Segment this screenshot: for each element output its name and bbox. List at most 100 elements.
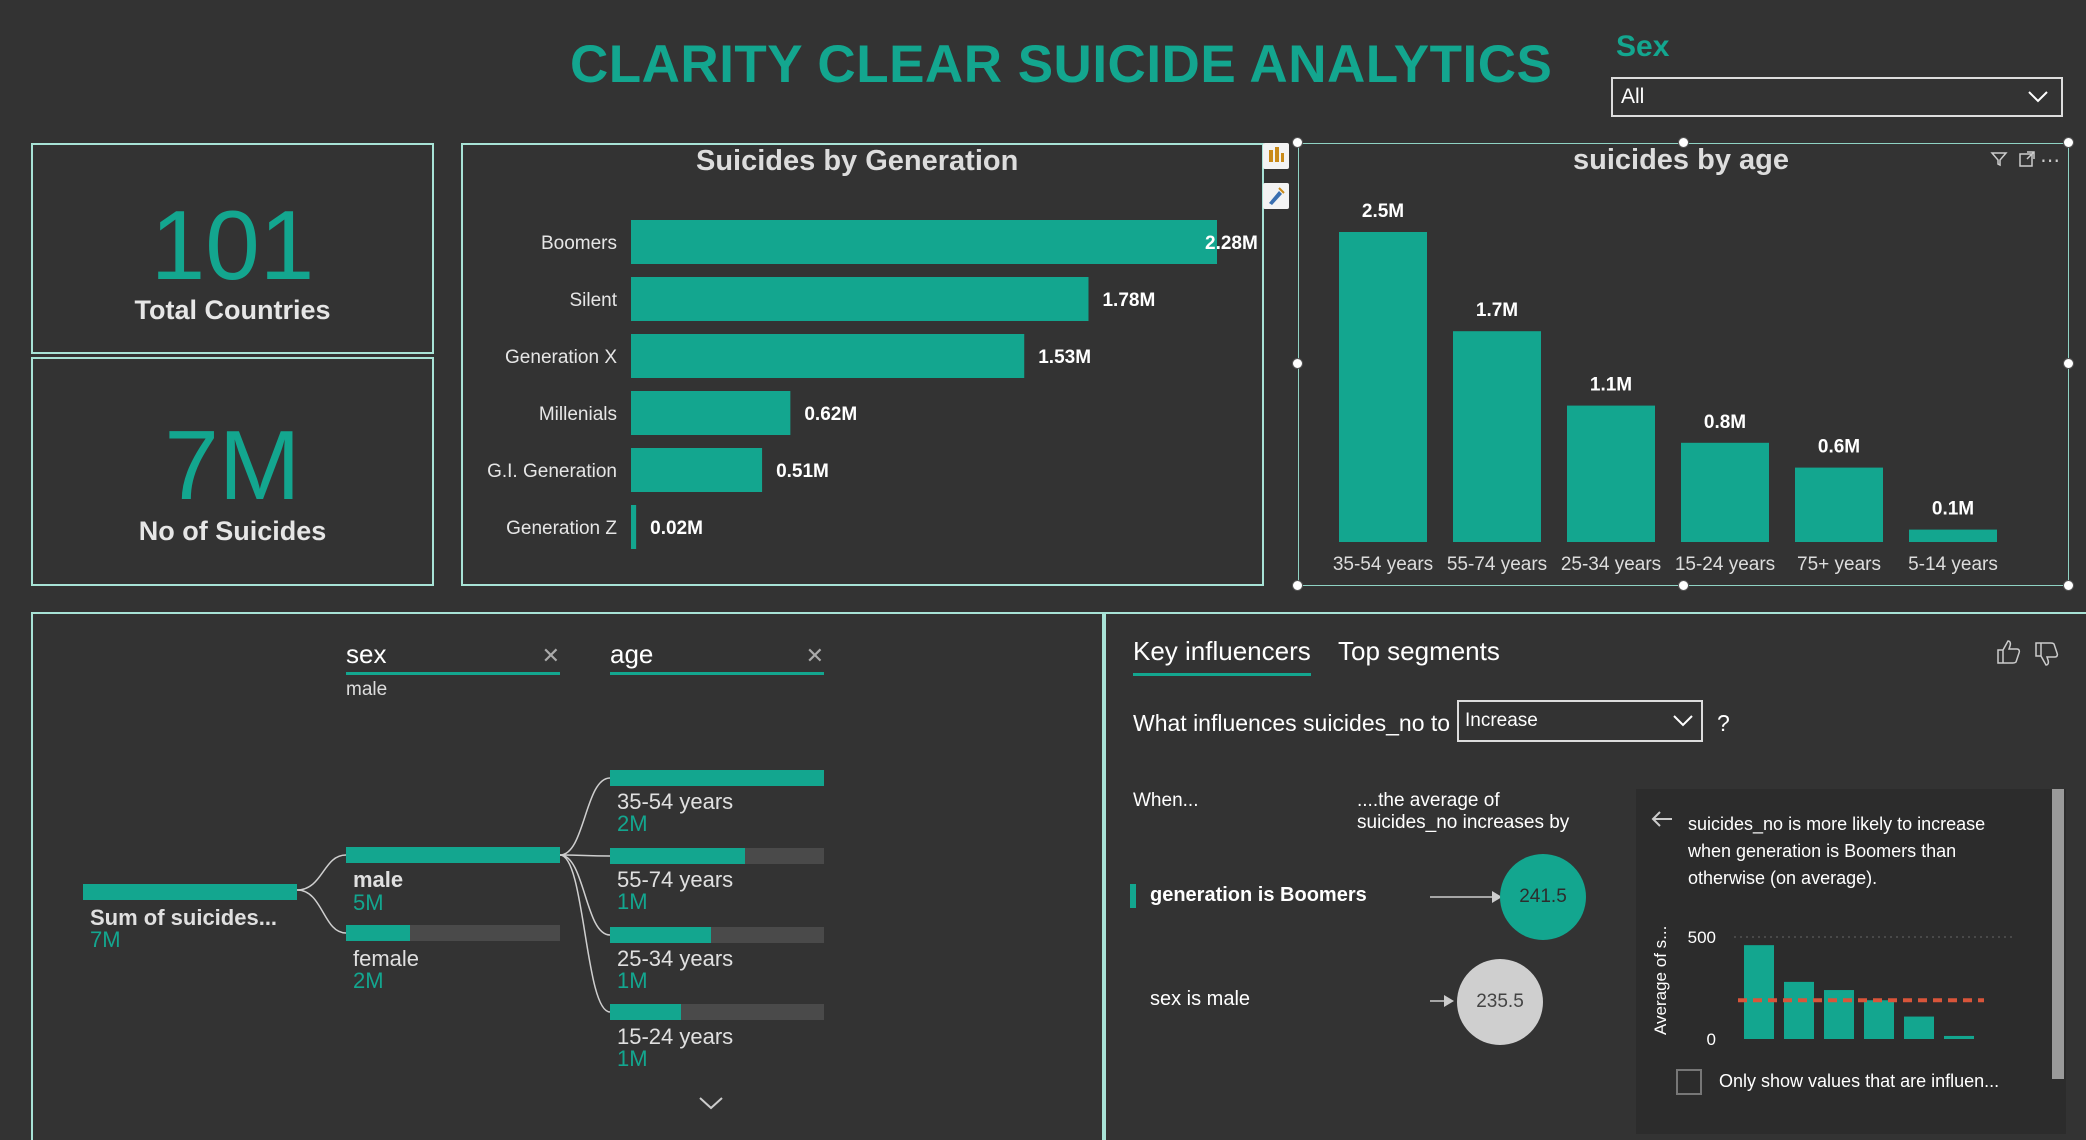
increase-dropdown[interactable]: Increase	[1457, 700, 1703, 742]
tree-node-value: 5M	[353, 890, 384, 915]
question-prefix: What influences suicides_no to	[1133, 710, 1451, 736]
tree-node-female[interactable]	[346, 925, 560, 941]
node-bar-fill	[610, 770, 824, 786]
node-bar-fill	[610, 1004, 681, 1020]
detail-bar[interactable]	[1784, 981, 1814, 1039]
back-arrow-icon[interactable]	[1650, 809, 1674, 834]
bar-5-14-years[interactable]	[1909, 529, 1997, 542]
category-tick-label: 55-74 years	[1447, 554, 1547, 575]
bar-25-34-years[interactable]	[1567, 405, 1655, 542]
tree-node-male[interactable]	[346, 847, 560, 863]
detail-checkbox[interactable]	[1676, 1069, 1702, 1095]
influencer-value: 235.5	[1476, 991, 1524, 1012]
influencer-bubble[interactable]: 235.5	[1457, 959, 1543, 1045]
category-tick-label: Silent	[569, 290, 617, 311]
checkbox-label: Only show values that are influen...	[1719, 1071, 2000, 1091]
page-title: CLARITY CLEAR SUICIDE ANALYTICS	[570, 35, 1553, 94]
detail-bar[interactable]	[1744, 945, 1774, 1039]
category-tick-label: 75+ years	[1797, 554, 1881, 575]
resize-handle[interactable]	[2063, 358, 2074, 369]
sex-slicer-label: Sex	[1616, 30, 1670, 63]
kpi-card-total-countries: 101 Total Countries	[31, 143, 434, 354]
tree-node-value: 1M	[617, 968, 648, 993]
detail-bar[interactable]	[1944, 1035, 1974, 1039]
tab-top-segments[interactable]: Top segments	[1338, 636, 1500, 667]
sex-slicer-value: All	[1621, 85, 1645, 108]
resize-handle[interactable]	[2063, 580, 2074, 591]
node-bar-fill	[346, 925, 411, 941]
age-chart-card[interactable]: suicides by age 2.5M 35-54 years 1.7M 55-74…	[1298, 143, 2069, 586]
data-label: 0.6M	[1818, 437, 1860, 458]
resize-handle[interactable]	[1292, 358, 1303, 369]
category-tick-label: Millenials	[539, 404, 617, 425]
tree-node-value: 1M	[617, 889, 648, 914]
root-node[interactable]	[83, 884, 297, 900]
bar-generation-x[interactable]	[631, 334, 1025, 378]
arrow-icon	[1430, 891, 1502, 903]
format-brush-icon[interactable]	[1263, 183, 1289, 209]
arrow-icon	[1430, 995, 1454, 1007]
column-when: When...	[1133, 790, 1199, 811]
sex-slicer-dropdown[interactable]: All	[1611, 77, 2063, 117]
thumbs-up-icon[interactable]	[1994, 638, 2022, 671]
detail-bar[interactable]	[1904, 1016, 1934, 1039]
tree-connectors	[296, 777, 611, 1013]
chevron-down-icon[interactable]	[698, 1094, 724, 1117]
bar-15-24-years[interactable]	[1681, 442, 1769, 542]
influencer-bubble[interactable]: 241.5	[1500, 854, 1586, 940]
influencer-value: 241.5	[1519, 886, 1567, 907]
drill-icon[interactable]	[1263, 143, 1289, 169]
bar-75+-years[interactable]	[1795, 467, 1883, 542]
detail-y-axis-label: Average of s...	[1651, 926, 1670, 1035]
focus-mode-icon[interactable]	[2018, 150, 2036, 173]
node-bar-fill	[610, 848, 745, 864]
more-options-icon[interactable]: ⋯	[2040, 148, 2060, 173]
tree-node-age[interactable]	[610, 1004, 824, 1020]
node-bar-fill	[346, 847, 560, 863]
resize-handle[interactable]	[2063, 137, 2074, 148]
tree-node-age[interactable]	[610, 848, 824, 864]
column-average: ....the average of suicides_no increases…	[1357, 790, 1570, 833]
data-label: 0.1M	[1932, 499, 1974, 520]
influencer-label: generation is Boomers	[1150, 884, 1367, 906]
bar-millenials[interactable]	[631, 391, 791, 435]
category-tick-label: Generation Z	[506, 518, 617, 539]
generation-chart-card[interactable]: Suicides by Generation Boomers 2.28M Silen…	[461, 143, 1264, 586]
bar-silent[interactable]	[631, 277, 1089, 321]
kpi-card-no-of-suicides: 7M No of Suicides	[31, 357, 434, 586]
detail-y-tick: 0	[1707, 1030, 1716, 1049]
generation-bar-chart: Boomers 2.28M Silent 1.78M Generation X 1.53M…	[487, 220, 1258, 549]
age-bar-chart: 2.5M 35-54 years 1.7M 55-74 years 1.1M 25-34 …	[1333, 201, 1998, 575]
data-label: 0.62M	[804, 404, 857, 425]
filter-icon[interactable]	[1990, 150, 2008, 173]
key-influencers-card: Key influencers Top segments What influe…	[1104, 612, 2086, 1140]
thumbs-down-icon[interactable]	[2032, 640, 2060, 673]
bar-generation-z[interactable]	[631, 505, 637, 549]
detail-bar[interactable]	[1864, 1000, 1894, 1039]
resize-handle[interactable]	[1678, 137, 1689, 148]
data-label: 0.51M	[776, 461, 829, 482]
category-tick-label: 15-24 years	[1675, 554, 1775, 575]
category-tick-label: 5-14 years	[1908, 554, 1998, 575]
bar-55-74-years[interactable]	[1453, 331, 1541, 542]
bar-g-i-generation[interactable]	[631, 448, 763, 492]
scrollbar-thumb[interactable]	[2052, 789, 2064, 1079]
chevron-down-icon	[1671, 708, 1695, 738]
category-tick-label: Generation X	[505, 347, 617, 368]
resize-handle[interactable]	[1678, 580, 1689, 591]
resize-handle[interactable]	[1292, 137, 1303, 148]
root-node-value: 7M	[90, 927, 121, 952]
resize-handle[interactable]	[1292, 580, 1303, 591]
bar-35-54-years[interactable]	[1339, 232, 1427, 542]
detail-scrollbar[interactable]	[2052, 789, 2064, 1079]
node-bar-fill	[610, 927, 711, 943]
selected-indicator	[1130, 884, 1136, 908]
tab-key-influencers[interactable]: Key influencers	[1133, 636, 1311, 676]
tree-node-age[interactable]	[610, 770, 824, 786]
detail-bar[interactable]	[1824, 990, 1854, 1039]
influencer-label: sex is male	[1150, 988, 1251, 1010]
bar-boomers[interactable]	[631, 220, 1217, 264]
tree-node-value: 2M	[353, 968, 384, 993]
detail-text: suicides_no is more likely to increase w…	[1688, 814, 1986, 888]
tree-node-age[interactable]	[610, 927, 824, 943]
